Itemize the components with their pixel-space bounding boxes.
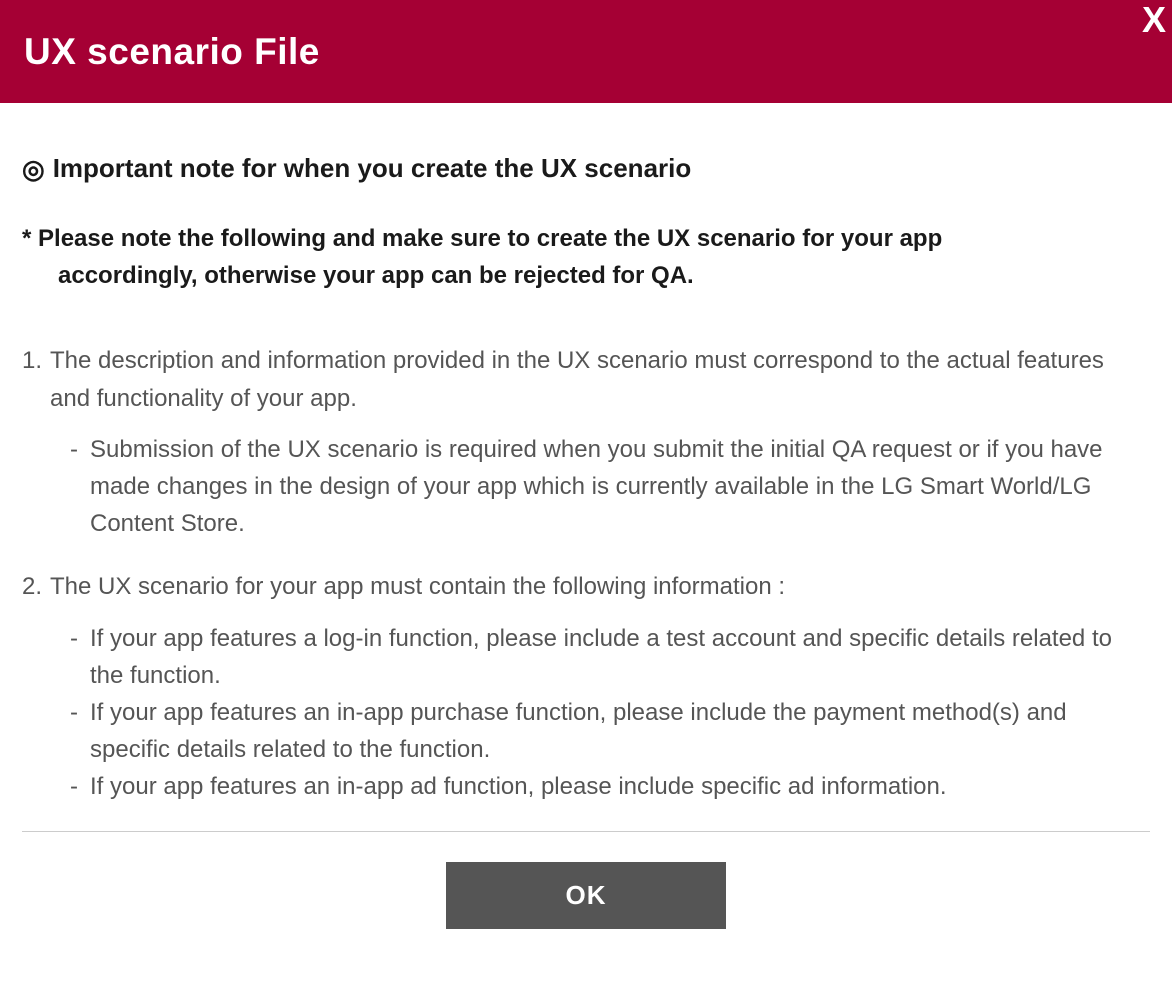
list-item: The description and information provided… [22,342,1150,542]
sub-list: If your app features a log-in function, … [50,620,1150,806]
sub-list-item: If your app features a log-in function, … [50,620,1150,694]
dialog-title: UX scenario File [24,31,320,73]
note-heading: ◎ Important note for when you create the… [22,153,1150,184]
list-item-text: The UX scenario for your app must contai… [50,573,785,600]
sub-list: Submission of the UX scenario is require… [50,431,1150,543]
warning-line2: accordingly, otherwise your app can be r… [38,257,1150,294]
dialog-content: ◎ Important note for when you create the… [0,103,1172,929]
note-heading-text: Important note for when you create the U… [53,153,692,184]
bullseye-icon: ◎ [22,156,45,182]
dialog-header: UX scenario File X [0,0,1172,103]
sub-list-item: If your app features an in-app purchase … [50,694,1150,768]
ok-button[interactable]: OK [446,862,726,929]
warning-line1: Please note the following and make sure … [38,225,942,252]
list-item: The UX scenario for your app must contai… [22,568,1150,805]
close-icon[interactable]: X [1142,2,1166,38]
button-row: OK [22,862,1150,929]
sub-list-item: If your app features an in-app ad functi… [50,768,1150,805]
warning-prefix: * [22,225,31,252]
list-item-text: The description and information provided… [50,347,1104,411]
divider [22,831,1150,832]
warning-note: * Please note the following and make sur… [22,220,1150,294]
requirements-list: The description and information provided… [22,342,1150,805]
sub-list-item: Submission of the UX scenario is require… [50,431,1150,543]
